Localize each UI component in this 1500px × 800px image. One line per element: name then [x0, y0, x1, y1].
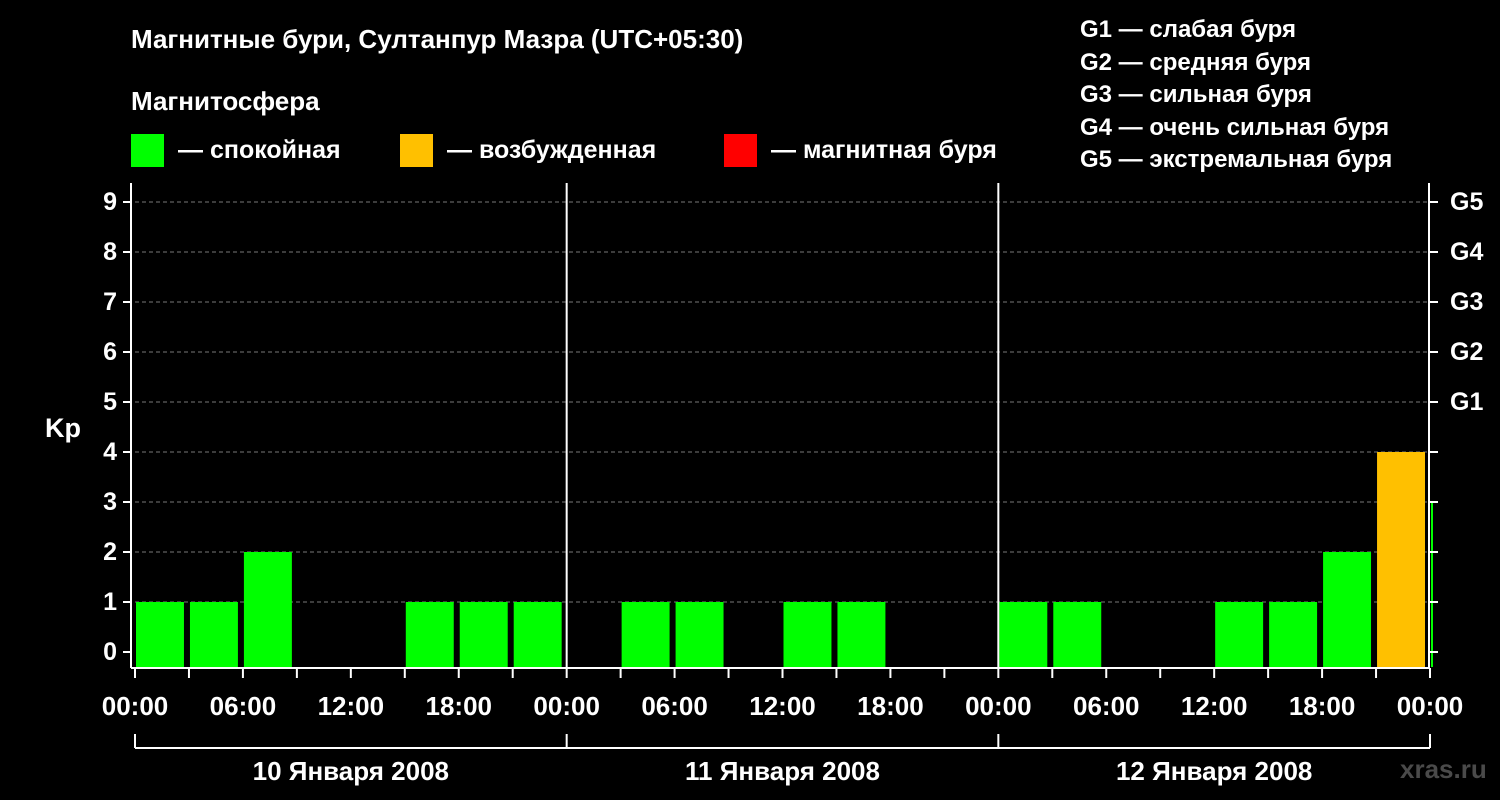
kp-bar — [837, 602, 886, 667]
day-label: 12 Января 2008 — [1116, 756, 1312, 786]
y-tick-label: 8 — [103, 238, 117, 266]
day-label: 11 Января 2008 — [685, 756, 880, 786]
y-axis-title: Kp — [45, 413, 81, 443]
right-axis-label: G2 — [1450, 338, 1483, 366]
kp-bar — [999, 602, 1048, 667]
kp-bar — [1053, 602, 1102, 667]
x-tick-label: 06:00 — [1073, 691, 1140, 721]
x-tick-label: 12:00 — [318, 691, 385, 721]
kp-bar — [783, 602, 832, 667]
x-tick-label: 12:00 — [749, 691, 816, 721]
right-axis-label: G4 — [1450, 238, 1483, 266]
x-tick-label: 00:00 — [965, 691, 1032, 721]
kp-bar — [621, 602, 670, 667]
y-tick-label: 1 — [103, 588, 117, 616]
x-tick-label: 00:00 — [533, 691, 600, 721]
kp-bar — [243, 552, 292, 667]
x-tick-label: 12:00 — [1181, 691, 1248, 721]
y-tick-label: 5 — [103, 388, 117, 416]
y-tick-label: 9 — [103, 188, 117, 216]
y-tick-label: 2 — [103, 538, 117, 566]
x-tick-label: 00:00 — [102, 691, 169, 721]
right-axis-label: G3 — [1450, 288, 1483, 316]
watermark: xras.ru — [1400, 754, 1487, 784]
kp-bar — [675, 602, 724, 667]
x-tick-label: 06:00 — [641, 691, 708, 721]
y-tick-label: 6 — [103, 338, 117, 366]
y-tick-label: 4 — [103, 438, 117, 466]
y-tick-label: 7 — [103, 288, 117, 316]
kp-bar — [1215, 602, 1264, 667]
kp-bar — [405, 602, 454, 667]
x-tick-label: 18:00 — [1289, 691, 1356, 721]
kp-bar — [513, 602, 562, 667]
right-axis-label: G1 — [1450, 388, 1483, 416]
kp-bar — [1431, 502, 1433, 667]
y-tick-label: 0 — [103, 638, 117, 666]
kp-chart: 0 1 2 3 4 5 6 7 8 9 G1 G2 G3 G4 G5 Kp 00:00 06:00 12:00 18:… — [45, 183, 1483, 786]
kp-bar — [459, 602, 508, 667]
kp-bar — [1377, 452, 1425, 667]
kp-bar — [189, 602, 238, 667]
kp-bar — [1269, 602, 1318, 667]
x-tick-label: 06:00 — [210, 691, 277, 721]
x-tick-label: 18:00 — [426, 691, 493, 721]
y-tick-label: 3 — [103, 488, 117, 516]
kp-bar — [136, 602, 184, 667]
day-label: 10 Января 2008 — [253, 756, 449, 786]
x-tick-label: 18:00 — [857, 691, 924, 721]
x-tick-label: 00:00 — [1397, 691, 1464, 721]
kp-bar — [1323, 552, 1372, 667]
right-axis-label: G5 — [1450, 188, 1483, 216]
